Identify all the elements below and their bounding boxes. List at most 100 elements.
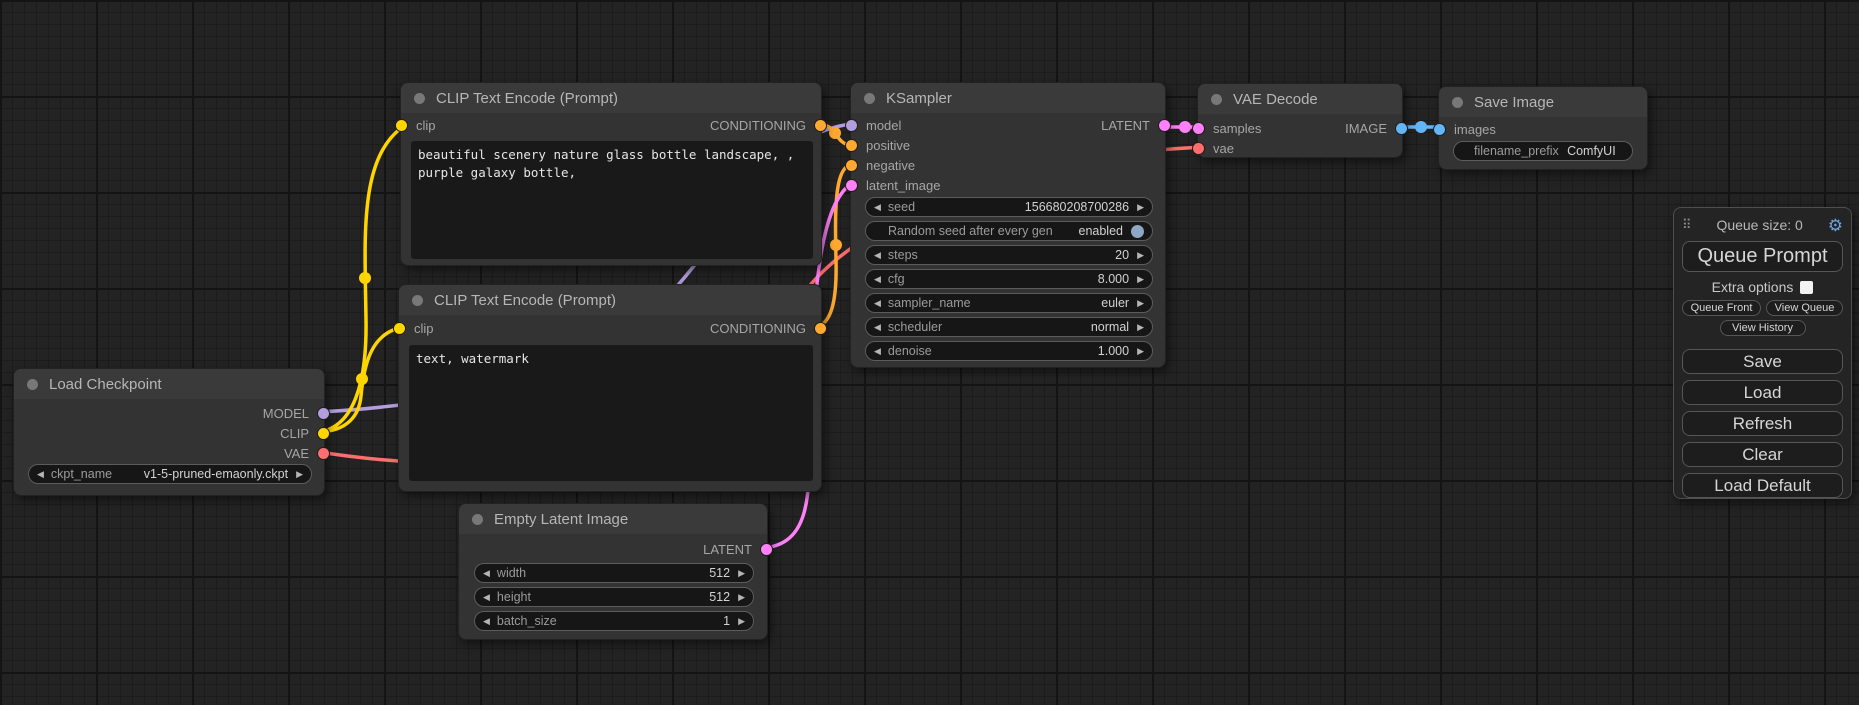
settings-gear-icon[interactable]: ⚙ [1828, 217, 1843, 234]
load-default-button[interactable]: Load Default [1682, 473, 1843, 498]
node-title-bar[interactable]: Save Image [1439, 87, 1647, 117]
increment-arrow-icon[interactable]: ▶ [1137, 347, 1144, 356]
collapse-dot-icon[interactable] [864, 93, 875, 104]
cfg-widget[interactable]: ◀ cfg 8.000 ▶ [865, 269, 1153, 289]
ckpt-name-widget[interactable]: ◀ ckpt_name v1-5-pruned-emaonly.ckpt ▶ [28, 464, 312, 484]
toggle-enabled-icon[interactable] [1131, 225, 1144, 238]
collapse-dot-icon[interactable] [412, 295, 423, 306]
link-dot [359, 272, 371, 284]
increment-arrow-icon[interactable]: ▶ [1137, 251, 1144, 260]
input-row-images: images [1439, 119, 1647, 139]
latent-output-port[interactable] [761, 544, 772, 555]
collapse-dot-icon[interactable] [414, 93, 425, 104]
node-title-bar[interactable]: CLIP Text Encode (Prompt) [399, 285, 821, 315]
decrement-arrow-icon[interactable]: ◀ [874, 347, 881, 356]
denoise-widget[interactable]: ◀ denoise 1.000 ▶ [865, 341, 1153, 361]
refresh-button[interactable]: Refresh [1682, 411, 1843, 436]
node-title-bar[interactable]: KSampler [851, 83, 1165, 113]
node-vae-decode[interactable]: VAE Decode samples IMAGE vae [1197, 83, 1403, 158]
conditioning-output-port[interactable] [815, 120, 826, 131]
decrement-arrow-icon[interactable]: ◀ [483, 617, 490, 626]
vae-output-port[interactable] [318, 448, 329, 459]
node-ksampler[interactable]: KSampler model positive negative latent_… [850, 82, 1166, 368]
input-row-positive: positive [851, 135, 1165, 155]
node-load-checkpoint[interactable]: Load Checkpoint MODEL CLIP VAE ◀ ckpt_na… [13, 368, 325, 496]
increment-arrow-icon[interactable]: ▶ [1137, 275, 1144, 284]
node-title-bar[interactable]: CLIP Text Encode (Prompt) [401, 83, 821, 113]
seed-widget[interactable]: ◀ seed 156680208700286 ▶ [865, 197, 1153, 217]
comfyui-graph-canvas[interactable]: { "colors":{ "model":"#B39DDB","clip":"#… [0, 0, 1859, 705]
height-widget[interactable]: ◀ height 512 ▶ [474, 587, 754, 607]
negative-input-port[interactable] [846, 160, 857, 171]
next-arrow-icon[interactable]: ▶ [1137, 323, 1144, 332]
queue-panel[interactable]: ⠿ Queue size: 0 ⚙ Queue Prompt Extra opt… [1673, 207, 1852, 499]
view-queue-button[interactable]: View Queue [1766, 300, 1843, 316]
extra-options-label: Extra options [1712, 279, 1794, 295]
input-label: samples [1213, 121, 1261, 136]
queue-front-button[interactable]: Queue Front [1682, 300, 1761, 316]
samples-input-port[interactable] [1193, 123, 1204, 134]
prev-arrow-icon[interactable]: ◀ [874, 299, 881, 308]
link-dot [830, 239, 842, 251]
node-clip-text-encode-negative[interactable]: CLIP Text Encode (Prompt) clip CONDITION… [398, 284, 822, 492]
increment-arrow-icon[interactable]: ▶ [1137, 203, 1144, 212]
latent-output-port[interactable] [1159, 120, 1170, 131]
node-title-bar[interactable]: Load Checkpoint [14, 369, 324, 399]
node-clip-text-encode-positive[interactable]: CLIP Text Encode (Prompt) clip CONDITION… [400, 82, 822, 266]
next-arrow-icon[interactable]: ▶ [296, 470, 303, 479]
conditioning-output-port[interactable] [815, 323, 826, 334]
latent-image-input-port[interactable] [846, 180, 857, 191]
scheduler-widget[interactable]: ◀ scheduler normal ▶ [865, 317, 1153, 337]
output-label: CLIP [280, 426, 309, 441]
collapse-dot-icon[interactable] [27, 379, 38, 390]
prompt-textarea[interactable]: text, watermark [409, 345, 813, 481]
input-label: clip [416, 118, 436, 133]
vae-input-port[interactable] [1193, 143, 1204, 154]
random-seed-toggle-widget[interactable]: Random seed after every gen enabled [865, 221, 1153, 241]
batch-size-widget[interactable]: ◀ batch_size 1 ▶ [474, 611, 754, 631]
prompt-textarea[interactable]: beautiful scenery nature glass bottle la… [411, 141, 813, 259]
increment-arrow-icon[interactable]: ▶ [738, 569, 745, 578]
image-output-port[interactable] [1396, 123, 1407, 134]
steps-widget[interactable]: ◀ steps 20 ▶ [865, 245, 1153, 265]
node-title-bar[interactable]: Empty Latent Image [459, 504, 767, 534]
clip-output-port[interactable] [318, 428, 329, 439]
decrement-arrow-icon[interactable]: ◀ [874, 275, 881, 284]
widget-label: cfg [888, 272, 905, 286]
positive-input-port[interactable] [846, 140, 857, 151]
load-button[interactable]: Load [1682, 380, 1843, 405]
collapse-dot-icon[interactable] [1452, 97, 1463, 108]
sampler-name-widget[interactable]: ◀ sampler_name euler ▶ [865, 293, 1153, 313]
collapse-dot-icon[interactable] [472, 514, 483, 525]
clip-input-port[interactable] [394, 323, 405, 334]
width-widget[interactable]: ◀ width 512 ▶ [474, 563, 754, 583]
clear-button[interactable]: Clear [1682, 442, 1843, 467]
widget-label: ckpt_name [51, 467, 112, 481]
collapse-dot-icon[interactable] [1211, 94, 1222, 105]
prev-arrow-icon[interactable]: ◀ [37, 470, 44, 479]
node-empty-latent-image[interactable]: Empty Latent Image LATENT ◀ width 512 ▶ … [458, 503, 768, 640]
decrement-arrow-icon[interactable]: ◀ [483, 569, 490, 578]
drag-handle-icon[interactable]: ⠿ [1682, 217, 1692, 233]
model-input-port[interactable] [846, 120, 857, 131]
increment-arrow-icon[interactable]: ▶ [738, 617, 745, 626]
model-output-port[interactable] [318, 408, 329, 419]
decrement-arrow-icon[interactable]: ◀ [483, 593, 490, 602]
view-history-row: View History [1682, 320, 1843, 336]
node-title-bar[interactable]: VAE Decode [1198, 84, 1402, 114]
clip-input-port[interactable] [396, 120, 407, 131]
images-input-port[interactable] [1434, 124, 1445, 135]
next-arrow-icon[interactable]: ▶ [1137, 299, 1144, 308]
decrement-arrow-icon[interactable]: ◀ [874, 251, 881, 260]
save-button[interactable]: Save [1682, 349, 1843, 374]
prev-arrow-icon[interactable]: ◀ [874, 323, 881, 332]
view-history-button[interactable]: View History [1720, 320, 1806, 336]
link-dot [1415, 121, 1427, 133]
node-save-image[interactable]: Save Image images filename_prefix ComfyU… [1438, 86, 1648, 170]
decrement-arrow-icon[interactable]: ◀ [874, 203, 881, 212]
node-title: CLIP Text Encode (Prompt) [434, 292, 616, 309]
extra-options-checkbox[interactable] [1800, 281, 1813, 294]
increment-arrow-icon[interactable]: ▶ [738, 593, 745, 602]
queue-prompt-button[interactable]: Queue Prompt [1682, 241, 1843, 272]
filename-prefix-widget[interactable]: filename_prefix ComfyUI [1453, 141, 1633, 161]
